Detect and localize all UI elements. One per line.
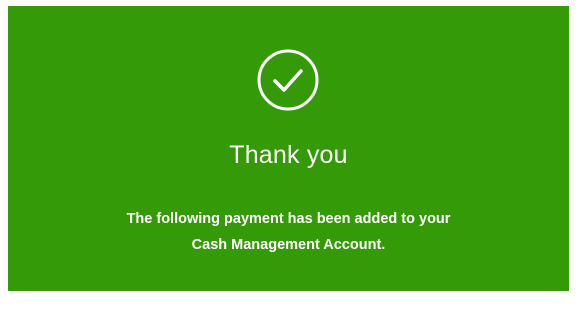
confirmation-message-line-1: The following payment has been added to …	[126, 211, 451, 227]
confirmation-message-line-2: Cash Management Account.	[191, 237, 386, 253]
check-circle-icon	[256, 48, 320, 112]
confirmation-message: The following payment has been added to …	[68, 206, 509, 258]
confirmation-panel: Thank you The following payment has been…	[8, 6, 569, 291]
confirmation-title: Thank you	[229, 141, 348, 169]
